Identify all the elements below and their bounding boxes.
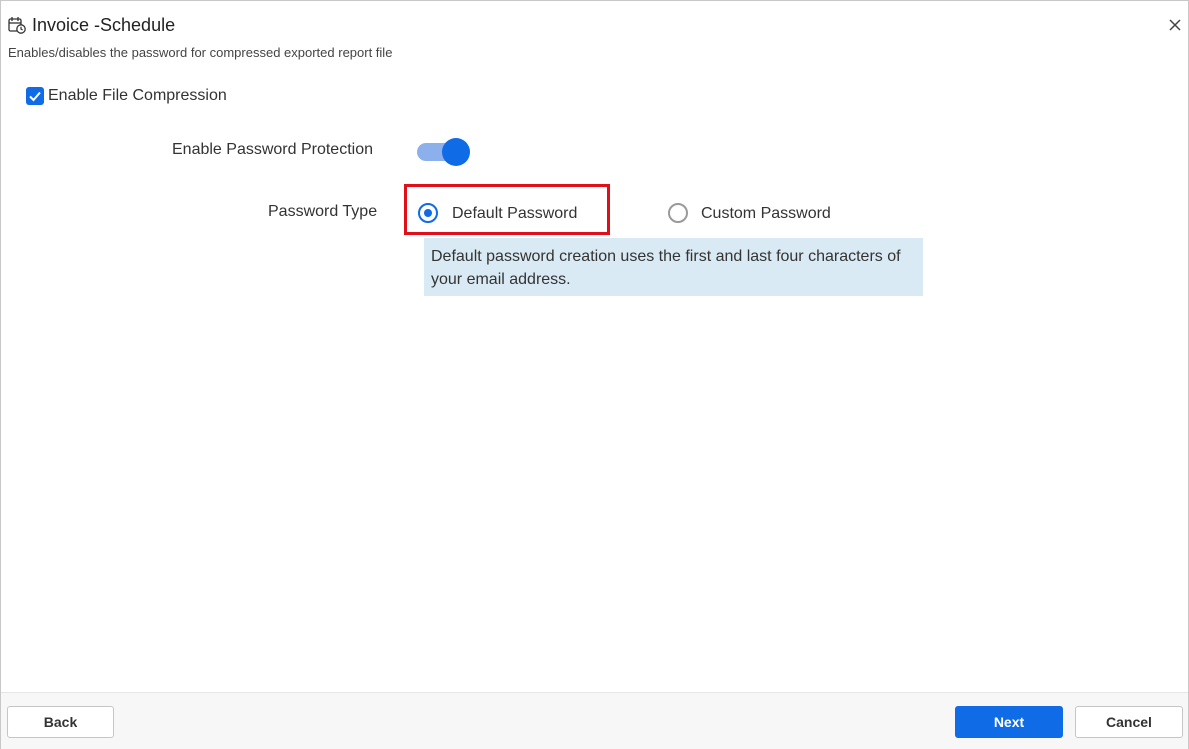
dialog-footer: Back Next Cancel: [1, 692, 1188, 749]
password-type-label: Password Type: [268, 203, 378, 220]
close-icon[interactable]: [1167, 17, 1183, 33]
schedule-dialog: Invoice -Schedule Enables/disables the p…: [0, 0, 1189, 749]
back-button[interactable]: Back: [7, 706, 114, 738]
next-button[interactable]: Next: [955, 706, 1063, 738]
default-password-radio[interactable]: [418, 203, 438, 223]
default-password-label[interactable]: Default Password: [452, 205, 577, 223]
cancel-button[interactable]: Cancel: [1075, 706, 1183, 738]
checkmark-icon: [29, 91, 41, 102]
toggle-knob: [442, 138, 470, 166]
dialog-title: Invoice -Schedule: [32, 15, 176, 35]
custom-password-label[interactable]: Custom Password: [701, 205, 831, 223]
enable-file-compression-checkbox[interactable]: [26, 87, 44, 105]
default-password-info: Default password creation uses the first…: [424, 238, 923, 296]
file-compression-label: Enable File Compression: [48, 87, 227, 104]
dialog-subtitle: Enables/disables the password for compre…: [8, 45, 393, 60]
custom-password-radio[interactable]: [668, 203, 688, 223]
password-protection-label: Enable Password Protection: [172, 141, 373, 158]
calendar-clock-icon: [8, 17, 26, 34]
password-protection-toggle[interactable]: [417, 138, 473, 166]
